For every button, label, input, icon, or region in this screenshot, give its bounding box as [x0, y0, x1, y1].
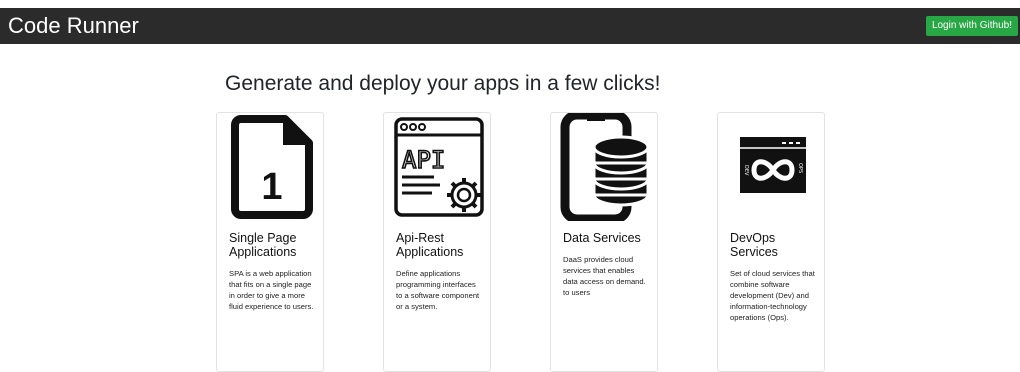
card-devops-services[interactable]: DEV OPS DevOps Services Set of cloud ser… [717, 112, 825, 372]
card-single-page-applications[interactable]: 1 Single Page Applications SPA is a web … [216, 112, 324, 372]
card-title: Api-Rest Applications [396, 231, 464, 259]
card-api-rest-applications[interactable]: API Api-Rest Applications Define applica… [383, 112, 491, 372]
card-title: Data Services [563, 231, 641, 245]
devops-infinity-icon: DEV OPS [726, 113, 820, 221]
api-gear-icon: API [392, 113, 486, 221]
card-data-services[interactable]: Data Services DaaS provides cloud servic… [550, 110, 658, 372]
card-description: DaaS provides cloud services that enable… [563, 255, 646, 297]
brand-title[interactable]: Code Runner [8, 13, 139, 39]
card-description: SPA is a web application that fits on a … [229, 269, 314, 311]
single-page-file-icon: 1 [225, 113, 319, 221]
card-description: Set of cloud services that combine softw… [730, 269, 815, 322]
svg-text:1: 1 [261, 166, 282, 208]
svg-text:DEV: DEV [743, 165, 749, 176]
card-title: Single Page Applications [229, 231, 297, 259]
card-title: DevOps Services [730, 231, 778, 259]
top-navbar: Code Runner Login with Github! [0, 8, 1020, 44]
phone-database-icon [559, 110, 653, 224]
login-github-button[interactable]: Login with Github! [925, 16, 1018, 36]
card-description: Define applications programming interfac… [396, 269, 480, 311]
svg-text:API: API [402, 146, 445, 174]
svg-text:OPS: OPS [797, 163, 803, 173]
page-headline: Generate and deploy your apps in a few c… [225, 72, 661, 95]
